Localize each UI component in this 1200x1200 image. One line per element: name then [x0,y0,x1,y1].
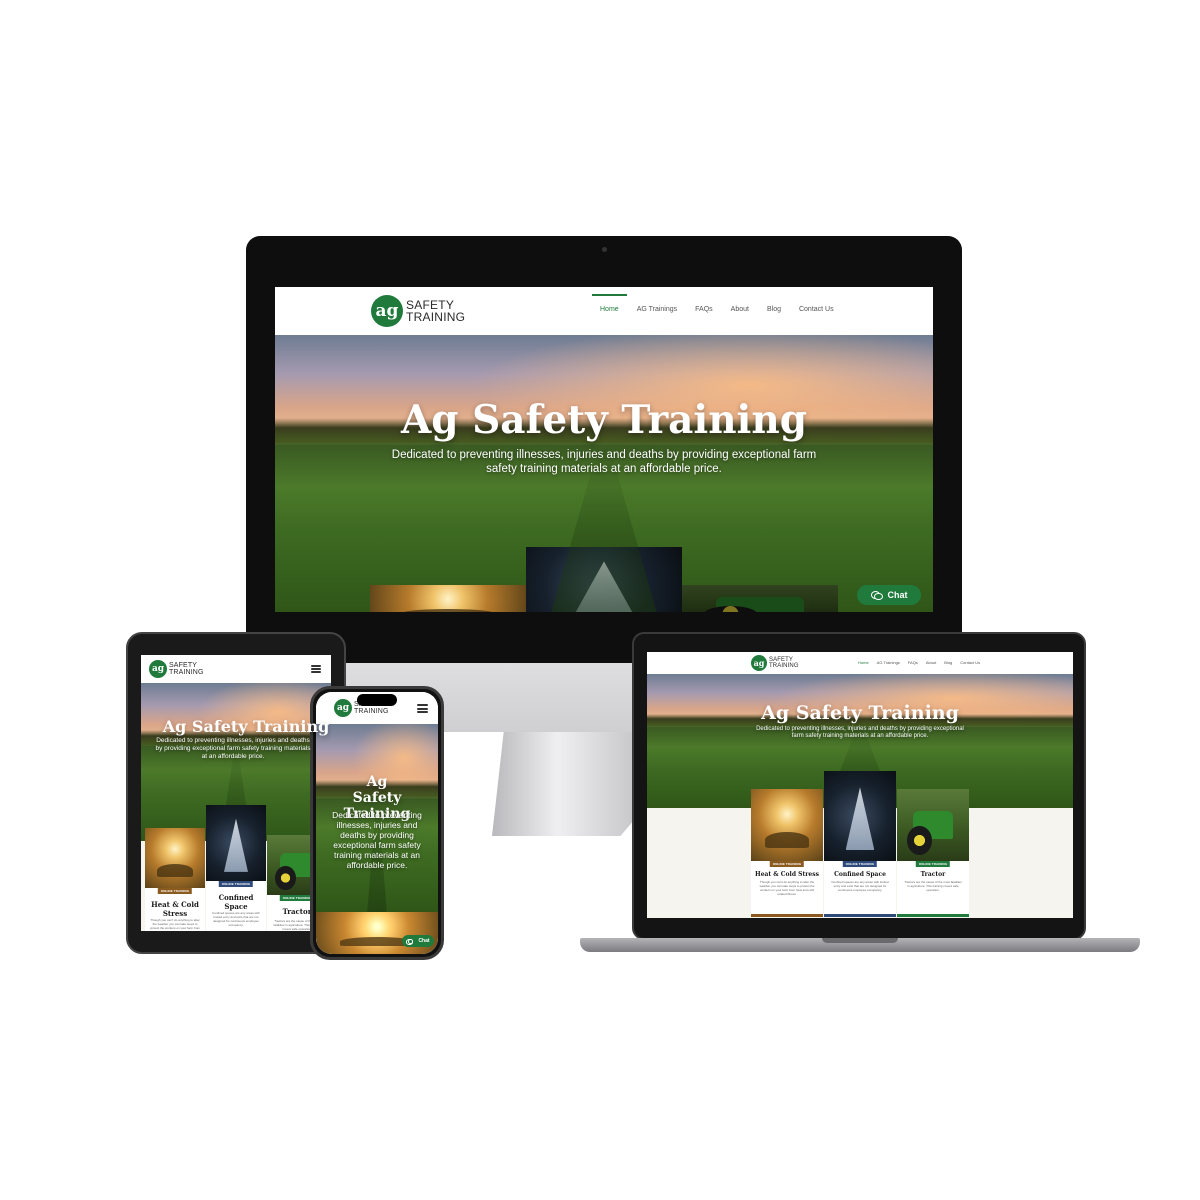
chat-bubbles-icon [406,938,414,945]
nav-faqs[interactable]: FAQs [908,660,918,665]
card-accent-bar [751,914,823,917]
nav-about[interactable]: About [926,660,936,665]
card-image-confined-space[interactable] [526,547,682,612]
card-text: Tractors are the cause of the most fatal… [904,880,962,892]
card-image-heat-cold[interactable] [370,585,526,612]
card-text: Though you can't do anything to alter th… [759,880,815,896]
card-title: Tractor [920,871,946,878]
card-title: Heat & Cold Stress [151,900,199,918]
card-image [824,771,896,861]
card-image [751,789,823,861]
card-text: Confined spaces are any areas with limit… [212,911,260,927]
card-text: Confined spaces are any areas with limit… [831,880,889,892]
logo-badge: ag [149,660,167,678]
training-card-heat-cold[interactable]: ONLINE TRAINING Heat & Cold Stress Thoug… [145,828,205,931]
logo-line-2: TRAINING [169,669,204,676]
nav-faqs[interactable]: FAQs [695,306,713,313]
site-header: ag SAFETY TRAINING Home AG Trainings FAQ… [647,652,1073,674]
chat-button[interactable]: Chat [402,935,434,947]
nav-home[interactable]: Home [592,294,627,313]
card-title: Heat & Cold Stress [755,871,819,878]
hero-subtitle: Dedicated to preventing illnesses, injur… [391,449,817,475]
laptop-screen: ag SAFETY TRAINING Home AG Trainings FAQ… [647,652,1073,918]
hero-title: Ag Safety Training [761,702,959,724]
nav-ag-trainings[interactable]: AG Trainings [877,660,900,665]
hero-subtitle: Dedicated to preventing illnesses, injur… [155,737,311,760]
imac-stand [492,732,638,836]
chat-bubbles-icon [870,590,883,600]
nav-about[interactable]: About [731,306,749,313]
tablet-screen: ag SAFETY TRAINING Ag Safety Training De… [141,655,331,931]
nav-contact-us[interactable]: Contact Us [960,660,980,665]
logo-line-1: SAFETY [169,662,198,669]
hero-banner: Ag Safety Training Dedicated to preventi… [316,724,438,912]
logo-wordmark: SAFETY TRAINING [169,662,204,676]
logo-wordmark: SAFETY TRAINING [769,657,799,669]
site-logo[interactable]: ag SAFETY TRAINING [371,295,465,327]
hero-banner: Ag Safety Training Dedicated to preventi… [275,335,933,612]
card-accent-bar [824,914,896,917]
phone-screen: ag SAFETY TRAINING Ag Safety Training De… [316,692,438,954]
logo-badge: ag [334,699,352,717]
chat-label: Chat [887,590,908,600]
card-image [145,828,205,888]
training-card-heat-cold[interactable]: ONLINE TRAINING Heat & Cold Stress Thoug… [751,789,823,917]
logo-line-2: TRAINING [354,708,389,715]
card-image [316,912,438,954]
nav-contact-us[interactable]: Contact Us [799,306,834,313]
logo-line-2: TRAINING [769,663,799,669]
card-tag: ONLINE TRAINING [842,861,878,867]
logo-wordmark: SAFETY TRAINING [406,299,465,323]
hamburger-menu-icon[interactable] [417,704,428,713]
training-card-heat-cold[interactable] [316,912,438,954]
hero-subtitle: Dedicated to preventing illnesses, injur… [332,810,422,870]
card-image [206,805,266,881]
site-logo[interactable]: ag SAFETY TRAINING [149,660,204,678]
card-text: Though you can't do anything to alter th… [149,918,201,931]
card-accent-bar [897,914,969,917]
card-title: Confined Space [218,893,254,911]
hero-title: Ag Safety Training [401,397,807,443]
site-logo[interactable]: ag SAFETY TRAINING [751,655,799,671]
training-card-tractor[interactable]: ONLINE TRAINING Tractor Tractors are the… [897,789,969,917]
logo-badge: ag [751,655,767,671]
phone-dynamic-island [357,694,397,706]
logo-badge: ag [371,295,403,327]
card-title: Confined Space [834,871,886,878]
hamburger-menu-icon[interactable] [311,665,321,673]
nav-blog[interactable]: Blog [767,306,781,313]
card-image [897,789,969,861]
nav-home[interactable]: Home [858,660,869,665]
site-header: ag SAFETY TRAINING Home AG Trainings FAQ… [275,287,933,335]
site-header: ag SAFETY TRAINING [141,655,331,683]
imac-screen: ag SAFETY TRAINING Home AG Trainings FAQ… [275,287,933,612]
chat-label: Chat [418,938,430,944]
training-card-confined-space[interactable]: ONLINE TRAINING Confined Space Confined … [824,771,896,917]
imac-camera [602,247,607,252]
hero-subtitle: Dedicated to preventing illnesses, injur… [756,726,964,739]
laptop-notch [822,938,898,943]
main-nav: Home AG Trainings FAQs About Blog Contac… [858,660,980,665]
chat-button[interactable]: Chat [857,585,921,605]
nav-ag-trainings[interactable]: AG Trainings [637,306,677,313]
nav-blog[interactable]: Blog [944,660,952,665]
hero-title: Ag Safety Training [162,717,330,736]
card-tag: ONLINE TRAINING [218,881,254,887]
card-tag: ONLINE TRAINING [769,861,805,867]
card-tag: ONLINE TRAINING [157,888,193,894]
main-nav: Home AG Trainings FAQs About Blog Contac… [592,294,834,313]
card-image-tractor[interactable] [682,585,838,612]
logo-line-2: TRAINING [406,310,466,324]
training-card-confined-space[interactable]: ONLINE TRAINING Confined Space Confined … [206,805,266,931]
card-tag: ONLINE TRAINING [915,861,951,867]
